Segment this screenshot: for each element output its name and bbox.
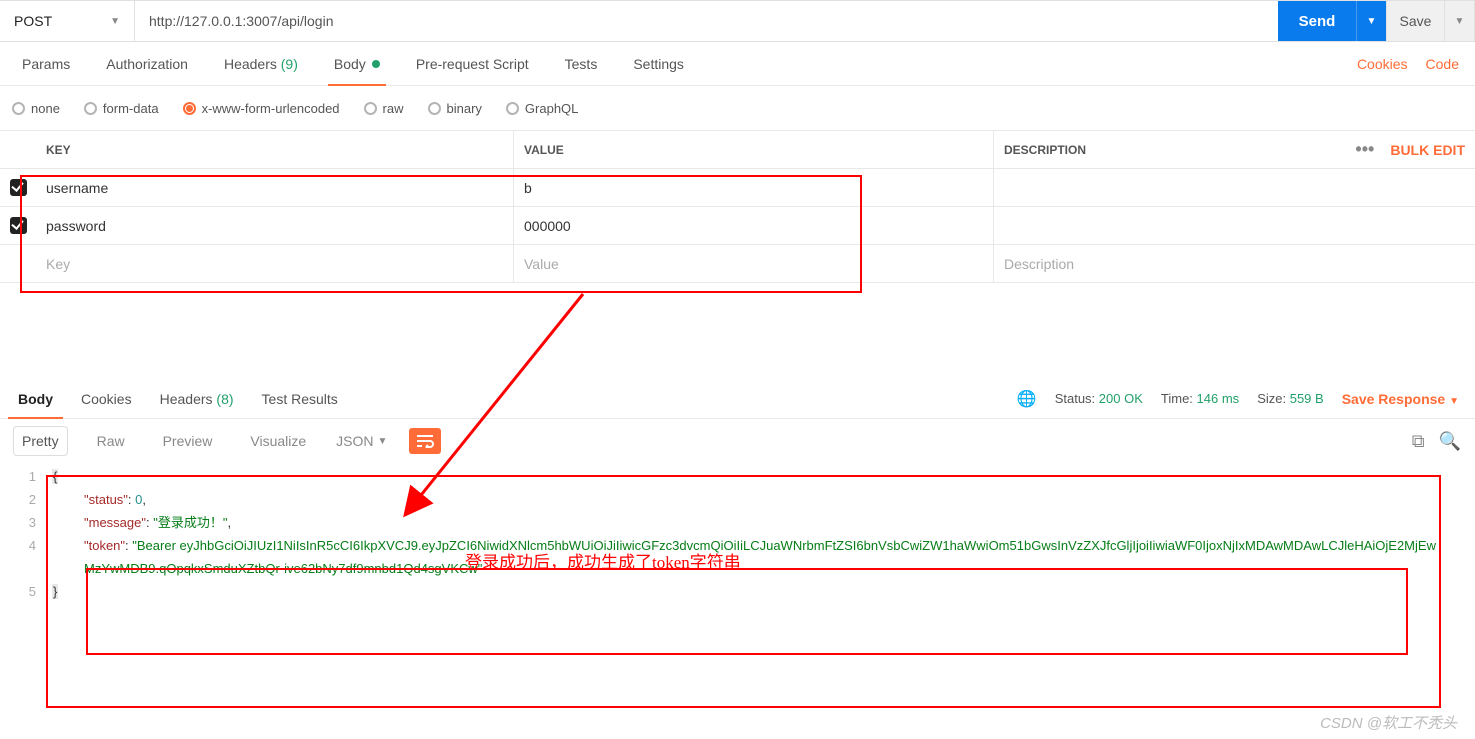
dot-icon: [372, 60, 380, 68]
kv-row-new: Key Value Description: [0, 245, 1475, 283]
caret-down-icon: ▼: [1367, 16, 1377, 27]
tab-headers-label: Headers: [224, 56, 277, 72]
view-pretty[interactable]: Pretty: [14, 427, 67, 455]
tab-params[interactable]: Params: [4, 42, 88, 85]
kv-header-value: Value: [514, 131, 994, 168]
caret-down-icon: ▼: [1449, 396, 1459, 407]
time-meta: Time: 146 ms: [1161, 391, 1239, 406]
radio-icon: [84, 102, 97, 115]
response-view-bar: Pretty Raw Preview Visualize JSON ▼ ⧉ 🔍: [0, 419, 1475, 463]
kv-row: password 000000: [0, 207, 1475, 245]
kv-key-input[interactable]: username: [36, 169, 514, 206]
bulk-edit-link[interactable]: Bulk Edit: [1390, 142, 1465, 158]
checkbox-icon[interactable]: [10, 217, 27, 234]
request-bar: POST ▼ http://127.0.0.1:3007/api/login S…: [0, 0, 1475, 42]
copy-icon[interactable]: ⧉: [1412, 431, 1425, 452]
radio-formdata[interactable]: form-data: [84, 101, 159, 116]
headers-count: (9): [281, 56, 298, 72]
size-meta: Size: 559 B: [1257, 391, 1324, 406]
url-value: http://127.0.0.1:3007/api/login: [149, 13, 333, 29]
radio-icon: [506, 102, 519, 115]
code-link[interactable]: Code: [1426, 56, 1459, 72]
view-right-icons: ⧉ 🔍: [1412, 431, 1461, 452]
response-body[interactable]: 1{ 2"status": 0, 3"message": "登录成功！", 4"…: [12, 463, 1463, 623]
tab-tests[interactable]: Tests: [547, 42, 616, 85]
tab-authorization[interactable]: Authorization: [88, 42, 206, 85]
view-raw[interactable]: Raw: [89, 427, 133, 455]
radio-graphql[interactable]: GraphQL: [506, 101, 578, 116]
save-caret-button[interactable]: ▼: [1444, 1, 1474, 41]
send-button[interactable]: Send: [1278, 1, 1356, 41]
wrap-icon: [416, 434, 434, 448]
radio-icon: [183, 102, 196, 115]
save-response-link[interactable]: Save Response ▼: [1342, 391, 1459, 407]
tab-prerequest[interactable]: Pre-request Script: [398, 42, 547, 85]
body-type-selector: none form-data x-www-form-urlencoded raw…: [0, 86, 1475, 130]
kv-header-desc: Description ••• Bulk Edit: [994, 131, 1475, 168]
checkbox-icon[interactable]: [10, 179, 27, 196]
resp-tab-headers[interactable]: Headers (8): [146, 379, 248, 418]
tab-body-label: Body: [334, 56, 366, 72]
globe-icon[interactable]: 🌐: [1017, 389, 1037, 409]
wrap-lines-button[interactable]: [409, 428, 441, 454]
kv-table: Key Value Description ••• Bulk Edit user…: [0, 130, 1475, 283]
resp-tab-body[interactable]: Body: [4, 379, 67, 418]
send-button-group: Send ▼ Save ▼: [1278, 1, 1474, 41]
method-value: POST: [14, 13, 52, 29]
kv-row: username b: [0, 169, 1475, 207]
kv-desc-input[interactable]: [994, 169, 1475, 206]
caret-down-icon: ▼: [110, 16, 120, 27]
right-links: Cookies Code: [1357, 56, 1471, 72]
radio-urlencoded[interactable]: x-www-form-urlencoded: [183, 101, 340, 116]
radio-icon: [364, 102, 377, 115]
view-visualize[interactable]: Visualize: [242, 427, 314, 455]
caret-down-icon: ▼: [378, 436, 388, 447]
save-button[interactable]: Save: [1386, 1, 1444, 41]
search-icon[interactable]: 🔍: [1439, 431, 1461, 452]
kv-key-input[interactable]: password: [36, 207, 514, 244]
kv-value-input[interactable]: Value: [514, 245, 994, 282]
kv-key-input[interactable]: Key: [36, 245, 514, 282]
radio-none[interactable]: none: [12, 101, 60, 116]
radio-icon: [12, 102, 25, 115]
response-tabs: Body Cookies Headers (8) Test Results 🌐 …: [0, 379, 1475, 419]
tab-body[interactable]: Body: [316, 42, 398, 85]
status-meta: Status: 200 OK: [1055, 391, 1143, 406]
kv-desc-input[interactable]: Description: [994, 245, 1475, 282]
radio-icon: [428, 102, 441, 115]
request-tabs: Params Authorization Headers (9) Body Pr…: [0, 42, 1475, 86]
url-input[interactable]: http://127.0.0.1:3007/api/login: [135, 1, 1278, 41]
tab-settings[interactable]: Settings: [615, 42, 702, 85]
format-selector[interactable]: JSON ▼: [336, 433, 387, 449]
view-preview[interactable]: Preview: [155, 427, 221, 455]
method-selector[interactable]: POST ▼: [0, 1, 135, 41]
kv-header-row: Key Value Description ••• Bulk Edit: [0, 131, 1475, 169]
send-caret-button[interactable]: ▼: [1356, 1, 1386, 41]
kv-value-input[interactable]: 000000: [514, 207, 994, 244]
kv-value-input[interactable]: b: [514, 169, 994, 206]
kv-header-key: Key: [36, 131, 514, 168]
cookies-link[interactable]: Cookies: [1357, 56, 1408, 72]
resp-tab-cookies[interactable]: Cookies: [67, 379, 146, 418]
annotation-text: 登录成功后，成功生成了token字符串: [465, 548, 741, 573]
resp-headers-count: (8): [216, 391, 233, 407]
tab-headers[interactable]: Headers (9): [206, 42, 316, 85]
response-meta: 🌐 Status: 200 OK Time: 146 ms Size: 559 …: [1017, 389, 1471, 409]
resp-tab-testresults[interactable]: Test Results: [248, 379, 352, 418]
more-icon[interactable]: •••: [1345, 139, 1384, 160]
caret-down-icon: ▼: [1455, 16, 1465, 27]
radio-binary[interactable]: binary: [428, 101, 482, 116]
kv-desc-input[interactable]: [994, 207, 1475, 244]
radio-raw[interactable]: raw: [364, 101, 404, 116]
watermark: CSDN @软工不秃头: [1320, 712, 1457, 733]
